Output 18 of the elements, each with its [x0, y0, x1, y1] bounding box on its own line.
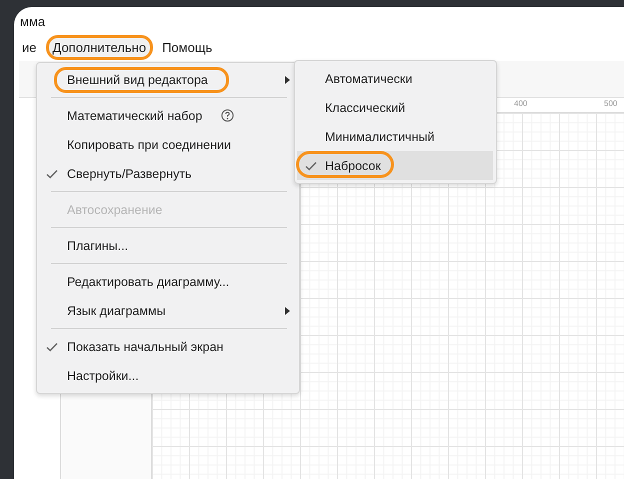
menu-item[interactable]: Математический набор: [54, 102, 216, 128]
submenu-item[interactable]: Минималистичный: [297, 122, 493, 151]
window-title: мма: [19, 13, 46, 31]
menu-item[interactable]: Редактировать диаграмму...: [54, 268, 242, 294]
menu-item[interactable]: Копировать при соединении: [54, 132, 244, 158]
ruler-label: 400: [514, 99, 528, 108]
menu-item[interactable]: Показать начальный экран: [54, 334, 236, 360]
menu-bar-item[interactable]: ие: [19, 34, 44, 60]
menu-bar-item[interactable]: Помощь: [155, 34, 220, 60]
submenu-item[interactable]: Автоматически: [297, 64, 493, 93]
menu-item[interactable]: Плагины...: [54, 232, 142, 258]
menu-item[interactable]: Настройки...: [54, 362, 152, 388]
menu-item[interactable]: Внешний вид редактора: [54, 66, 229, 92]
menu-bar-item[interactable]: Дополнительно: [46, 34, 154, 60]
menu-item[interactable]: Свернуть/Развернуть: [54, 160, 205, 186]
ruler-label: 500: [604, 99, 618, 108]
submenu-item[interactable]: Классический: [297, 93, 493, 122]
menu-item[interactable]: Язык диаграммы: [54, 298, 179, 324]
